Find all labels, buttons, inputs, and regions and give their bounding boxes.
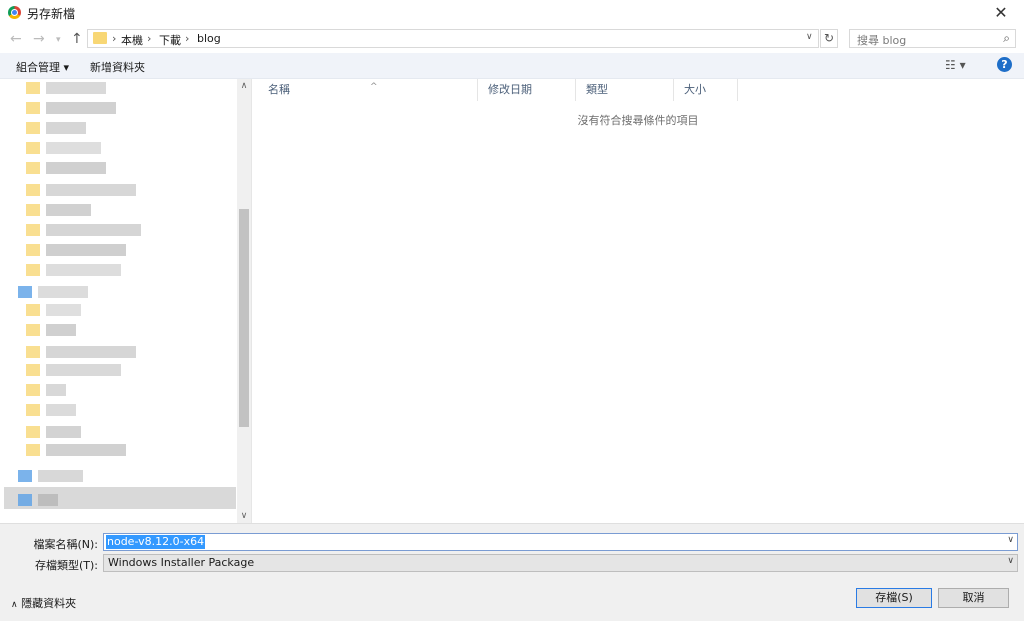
sort-ascending-icon: ^ (370, 82, 378, 92)
help-icon[interactable]: ? (997, 57, 1012, 72)
new-folder-button[interactable]: 新增資料夾 (90, 59, 145, 75)
tree-item-label (46, 324, 76, 336)
folder-icon (26, 364, 40, 376)
column-header-name[interactable]: 名稱 ^ (258, 79, 478, 101)
breadcrumb-separator[interactable]: › (147, 32, 151, 45)
tree-item-label (46, 444, 126, 456)
folder-icon (26, 184, 40, 196)
close-button[interactable]: ✕ (978, 0, 1024, 26)
tree-item-label (46, 264, 121, 276)
title-bar: 另存新檔 ✕ (0, 0, 1024, 27)
folder-icon (26, 426, 40, 438)
tree-item-label (46, 184, 136, 196)
folder-icon (26, 122, 40, 134)
address-bar[interactable]: › 本機 › 下載 › blog ∨ (87, 29, 819, 48)
folder-icon (26, 264, 40, 276)
forward-arrow-icon[interactable]: → (33, 31, 45, 47)
scrollbar-thumb[interactable] (239, 209, 249, 427)
tree-item-label (46, 142, 101, 154)
folder-icon (26, 204, 40, 216)
chevron-up-icon: ∧ (11, 600, 18, 610)
tree-item-label (38, 494, 58, 506)
folder-icon (26, 404, 40, 416)
tree-item-label (46, 346, 136, 358)
folder-icon (26, 304, 40, 316)
column-header-size[interactable]: 大小 (674, 79, 738, 101)
folder-icon (18, 470, 32, 482)
chevron-down-icon[interactable]: ∨ (237, 511, 251, 521)
tree-item-label (46, 404, 76, 416)
folder-icon (26, 142, 40, 154)
file-list[interactable]: 名稱 ^ 修改日期 類型 大小 沒有符合搜尋條件的項目 (252, 79, 1024, 523)
empty-message: 沒有符合搜尋條件的項目 (577, 114, 699, 127)
folder-icon (26, 444, 40, 456)
breadcrumb-item[interactable]: blog (197, 32, 221, 45)
folder-icon (26, 102, 40, 114)
navigation-pane[interactable] (0, 79, 252, 523)
folder-icon (18, 286, 32, 298)
search-input[interactable]: 搜尋 blog ⌕ (849, 29, 1016, 48)
window-title: 另存新檔 (27, 7, 76, 21)
tree-item-label (46, 102, 116, 114)
tree-item-label (46, 224, 141, 236)
column-label: 類型 (586, 83, 608, 96)
chevron-down-icon[interactable]: ∨ (1007, 535, 1014, 545)
tree-item-label (46, 364, 121, 376)
tree-item-label (46, 426, 81, 438)
tree-item-label (46, 384, 66, 396)
filetype-label: 存檔類型(T): (34, 559, 98, 572)
filetype-select[interactable]: Windows Installer Package ∨ (103, 554, 1018, 572)
filetype-value: Windows Installer Package (108, 556, 255, 569)
tree-item-label (38, 286, 88, 298)
filename-field[interactable]: node-v8.12.0-x64 ∨ (103, 533, 1018, 551)
folder-icon (26, 82, 40, 94)
tree-item-label (38, 470, 83, 482)
chevron-up-icon[interactable]: ∧ (237, 81, 251, 91)
chevron-down-icon[interactable]: ∨ (1007, 556, 1014, 566)
folder-icon (93, 32, 107, 44)
breadcrumb-separator[interactable]: › (185, 32, 189, 45)
tree-item-label (46, 82, 106, 94)
chevron-down-icon[interactable]: ∨ (806, 32, 813, 42)
folder-icon (26, 244, 40, 256)
column-label: 大小 (684, 83, 706, 96)
column-label: 名稱 (268, 83, 290, 96)
breadcrumb-item[interactable]: 下載 (159, 32, 181, 48)
view-options-icon[interactable]: ☷ ▾ (945, 58, 966, 72)
hide-folders-label: 隱藏資料夾 (21, 597, 77, 610)
chrome-icon (8, 6, 21, 19)
cancel-button[interactable]: 取消 (938, 588, 1009, 608)
tree-item-label (46, 304, 81, 316)
folder-icon (26, 346, 40, 358)
filename-label: 檔案名稱(N): (33, 538, 98, 551)
back-arrow-icon[interactable]: ← (10, 31, 22, 47)
column-header-type[interactable]: 類型 (576, 79, 674, 101)
recent-locations-chevron-icon[interactable]: ▾ (56, 35, 61, 45)
tree-item-label (46, 162, 106, 174)
refresh-icon[interactable]: ↻ (820, 29, 838, 48)
folder-icon (26, 384, 40, 396)
tree-item-label (46, 244, 126, 256)
hide-folders-button[interactable]: ∧ 隱藏資料夾 (11, 595, 76, 611)
filename-value[interactable]: node-v8.12.0-x64 (106, 535, 206, 549)
command-bar: 組合管理 ▾ 新增資料夾 ☷ ▾ ? (0, 53, 1024, 79)
folder-icon (26, 324, 40, 336)
save-button[interactable]: 存檔(S) (856, 588, 932, 608)
navigation-scrollbar[interactable]: ∧ ∨ (237, 79, 251, 523)
tree-item-label (46, 204, 91, 216)
search-icon[interactable]: ⌕ (1003, 31, 1010, 46)
folder-icon (26, 224, 40, 236)
up-arrow-icon[interactable]: ↑ (71, 31, 83, 47)
breadcrumb-separator[interactable]: › (112, 32, 116, 45)
column-label: 修改日期 (488, 83, 532, 96)
organize-button[interactable]: 組合管理 ▾ (16, 59, 69, 75)
breadcrumb-item[interactable]: 本機 (121, 32, 143, 48)
column-header-date[interactable]: 修改日期 (478, 79, 576, 101)
search-placeholder: 搜尋 blog (857, 34, 907, 47)
folder-icon (18, 494, 32, 506)
tree-item-label (46, 122, 86, 134)
folder-icon (26, 162, 40, 174)
